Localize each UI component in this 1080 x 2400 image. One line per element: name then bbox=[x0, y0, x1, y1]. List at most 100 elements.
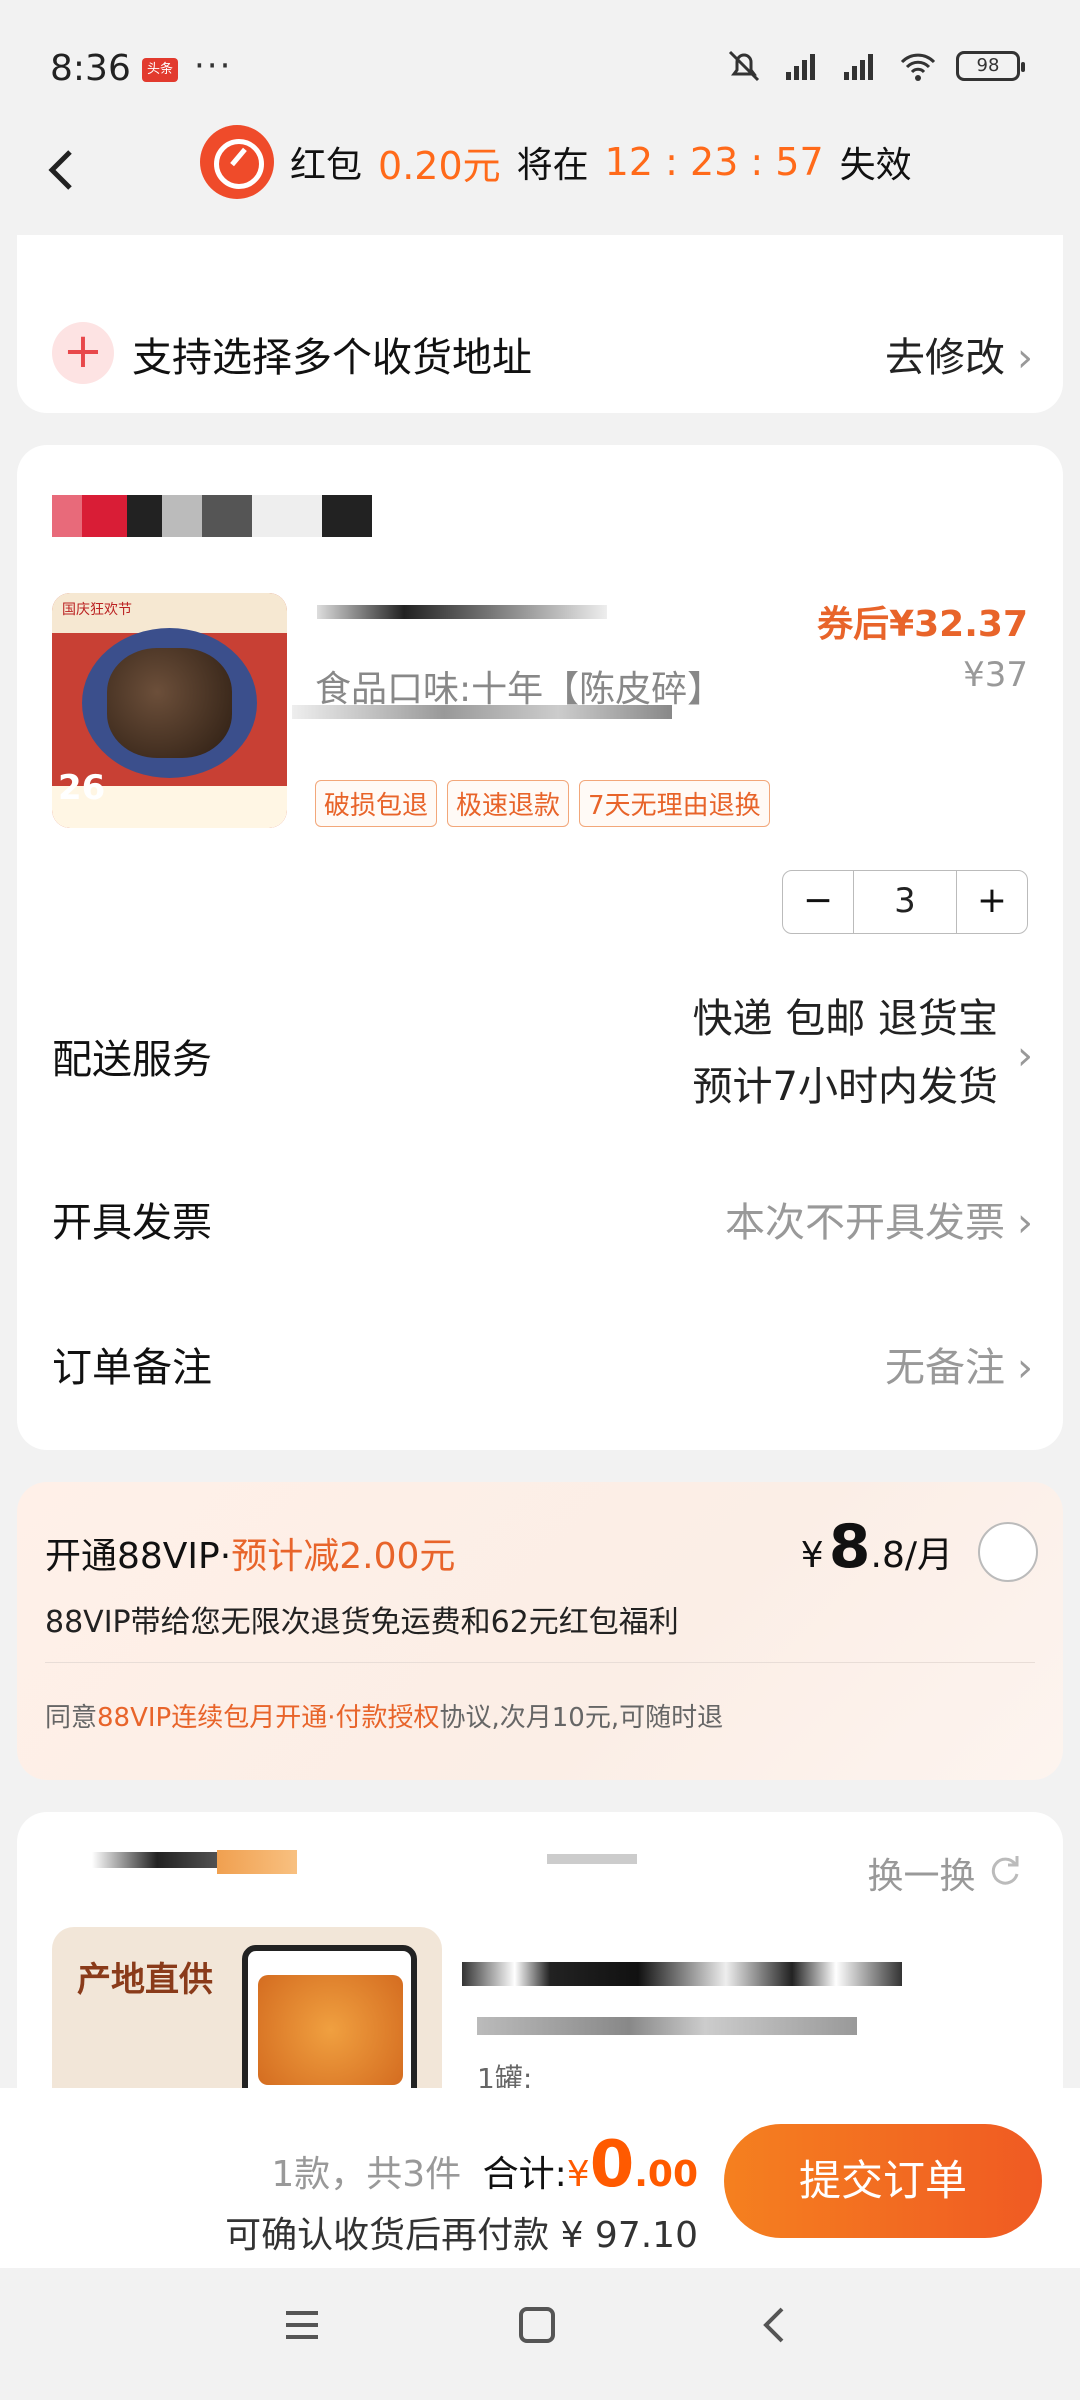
rec-product-thumbnail[interactable]: 产地直供 bbox=[52, 1927, 442, 2112]
vip-agree-post: 协议,次月10元,可随时退 bbox=[439, 1703, 724, 1733]
delivery-line-2: 预计7小时内发货 bbox=[692, 1064, 998, 1110]
hongbao-label: 红包 bbox=[290, 145, 363, 186]
order-summary: 1款，共3件 合计:¥0.00 bbox=[271, 2128, 698, 2202]
back-button[interactable] bbox=[40, 140, 100, 200]
product-variant[interactable]: 食品口味:十年【陈皮碎】 bbox=[315, 660, 723, 712]
thumb-number: 26 bbox=[58, 768, 106, 808]
vip-agreement-link[interactable]: 88VIP连续包月开通·付款授权 bbox=[97, 1703, 439, 1733]
chevron-left-icon bbox=[48, 150, 72, 190]
order-card: 国庆狂欢节 26 食品口味:十年【陈皮碎】 券后¥32.37 ¥37 破损包退 … bbox=[17, 445, 1063, 1450]
rec-header-redacted-3 bbox=[547, 1854, 637, 1864]
page-header: 红包 0.20元 将在 12 : 23 : 57 失效 bbox=[0, 120, 1080, 220]
back-triangle-icon bbox=[763, 2307, 784, 2343]
increase-button[interactable]: + bbox=[957, 871, 1027, 933]
more-notifications-icon: ··· bbox=[194, 46, 233, 86]
rec-thumb-text: 产地直供 bbox=[77, 1960, 213, 2000]
refresh-label: 换一换 bbox=[867, 1856, 976, 1897]
battery-icon: 98 bbox=[956, 51, 1025, 81]
wifi-icon bbox=[900, 53, 936, 81]
recommendation-card: 换一换 产地直供 1罐: bbox=[17, 1812, 1063, 2112]
refresh-button[interactable]: 换一换 bbox=[868, 1847, 1023, 1899]
system-nav-bar bbox=[0, 2268, 1080, 2400]
vip-title-text: 开通88VIP· bbox=[45, 1536, 232, 1577]
total-label: 合计: bbox=[482, 2154, 567, 2195]
rec-thumb-jar bbox=[242, 1945, 417, 2112]
hongbao-expire-text: 失效 bbox=[839, 145, 912, 186]
rec-header-redacted-2 bbox=[217, 1850, 297, 1874]
note-value-text: 无备注 bbox=[885, 1345, 1005, 1391]
total-int: 0 bbox=[589, 2128, 635, 2202]
thumb-festival-tag: 国庆狂欢节 bbox=[52, 593, 287, 633]
add-address-icon[interactable]: + bbox=[52, 322, 114, 384]
address-card: + 支持选择多个收货地址 去修改 › bbox=[17, 235, 1063, 413]
delivery-label: 配送服务 bbox=[52, 1037, 212, 1083]
refresh-icon bbox=[991, 1856, 1019, 1885]
rec-title-redacted[interactable] bbox=[462, 1962, 902, 1986]
total-yen: ¥ bbox=[566, 2154, 590, 2195]
thumb-food bbox=[107, 648, 232, 758]
home-square-icon bbox=[519, 2307, 555, 2343]
total-dec: .00 bbox=[634, 2154, 698, 2195]
hongbao-amount: 0.20元 bbox=[378, 143, 501, 188]
hongbao-countdown[interactable]: 红包 0.20元 将在 12 : 23 : 57 失效 bbox=[200, 125, 912, 199]
menu-icon bbox=[286, 2311, 318, 2339]
chevron-right-icon: › bbox=[1017, 335, 1033, 381]
delivery-line-1: 快递 包邮 退货宝 bbox=[692, 996, 998, 1042]
vip-card[interactable]: 开通88VIP·预计减2.00元 ¥ 8.8/月 88VIP带给您无限次退货免运… bbox=[17, 1482, 1063, 1780]
submit-order-button[interactable]: 提交订单 bbox=[724, 2124, 1042, 2238]
signal-hd-icon bbox=[786, 54, 815, 80]
tag-7day-return: 7天无理由退换 bbox=[579, 780, 770, 827]
rec-header-redacted bbox=[92, 1852, 222, 1868]
status-bar: 8:36 头条 ··· 98 bbox=[0, 0, 1080, 120]
delivery-service-row[interactable]: 配送服务 快递 包邮 退货宝 预计7小时内发货 › bbox=[52, 985, 1033, 1135]
status-icons: 98 bbox=[724, 48, 1025, 84]
delivery-value: 快递 包邮 退货宝 预计7小时内发货 bbox=[693, 985, 998, 1121]
hongbao-countdown-timer: 12 : 23 : 57 bbox=[604, 140, 824, 184]
coupon-price: 券后¥32.37 bbox=[817, 604, 1028, 645]
pay-later-text: 可确认收货后再付款 ¥ 97.10 bbox=[225, 2215, 698, 2256]
home-button[interactable] bbox=[515, 2303, 559, 2359]
multi-address-label[interactable]: 支持选择多个收货地址 bbox=[132, 325, 532, 383]
chevron-right-icon: › bbox=[1017, 1200, 1033, 1246]
chevron-right-icon: › bbox=[1017, 1033, 1033, 1079]
note-label: 订单备注 bbox=[52, 1345, 212, 1391]
signal-icon bbox=[844, 54, 873, 80]
invoice-row[interactable]: 开具发票 本次不开具发票 › bbox=[52, 1190, 1033, 1250]
back-nav-button[interactable] bbox=[752, 2303, 796, 2359]
item-count: 1款，共3件 bbox=[271, 2154, 462, 2195]
invoice-value: 本次不开具发票 › bbox=[725, 1190, 1033, 1248]
vip-price: ¥ 8.8/月 bbox=[801, 1512, 953, 1582]
rec-title-redacted-2 bbox=[477, 2017, 857, 2035]
vip-agree-pre: 同意 bbox=[45, 1703, 98, 1733]
shop-name-redacted[interactable] bbox=[52, 495, 372, 537]
status-time: 8:36 bbox=[50, 48, 131, 89]
invoice-label: 开具发票 bbox=[52, 1200, 212, 1246]
quantity-stepper: − 3 + bbox=[782, 870, 1028, 934]
invoice-value-text: 本次不开具发票 bbox=[725, 1200, 1005, 1246]
product-thumbnail[interactable]: 国庆狂欢节 26 bbox=[52, 593, 287, 828]
toutiao-badge-icon: 头条 bbox=[142, 58, 178, 82]
vip-save-text: 预计减2.00元 bbox=[231, 1536, 456, 1577]
tag-damage-refund: 破损包退 bbox=[315, 780, 438, 827]
decrease-button[interactable]: − bbox=[783, 871, 853, 933]
vip-title: 开通88VIP·预计减2.00元 bbox=[45, 1527, 455, 1579]
modify-address-label: 去修改 bbox=[885, 335, 1005, 381]
stopwatch-icon bbox=[200, 125, 274, 199]
menu-button[interactable] bbox=[280, 2303, 324, 2359]
vip-price-dec: .8 bbox=[870, 1535, 905, 1576]
vip-price-yen: ¥ bbox=[800, 1535, 824, 1576]
mute-bell-icon bbox=[728, 50, 760, 82]
vip-per-month: /月 bbox=[904, 1535, 953, 1576]
hongbao-will-text: 将在 bbox=[516, 145, 589, 186]
tag-fast-refund: 极速退款 bbox=[447, 780, 570, 827]
note-value: 无备注 › bbox=[885, 1335, 1033, 1393]
modify-address-button[interactable]: 去修改 › bbox=[885, 325, 1033, 383]
product-title-redacted[interactable] bbox=[317, 605, 607, 619]
chevron-right-icon: › bbox=[1017, 1345, 1033, 1391]
vip-radio[interactable] bbox=[978, 1522, 1038, 1582]
vip-agreement: 同意88VIP连续包月开通·付款授权协议,次月10元,可随时退 bbox=[45, 1697, 723, 1734]
service-tags: 破损包退 极速退款 7天无理由退换 bbox=[315, 780, 770, 827]
order-note-row[interactable]: 订单备注 无备注 › bbox=[52, 1335, 1033, 1395]
quantity-value[interactable]: 3 bbox=[853, 871, 957, 933]
vip-divider bbox=[45, 1662, 1035, 1663]
